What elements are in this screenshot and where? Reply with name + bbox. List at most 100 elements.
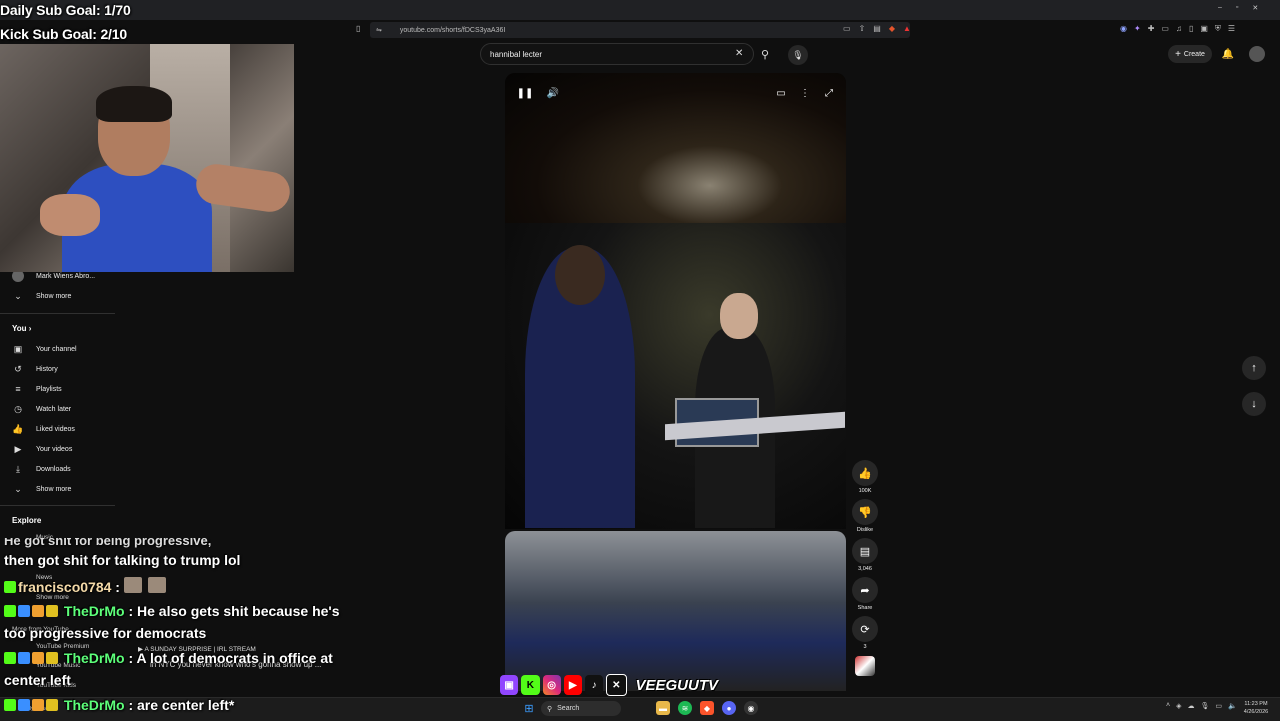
rewards-icon[interactable]: ▲ [903,24,911,36]
extension-icon[interactable]: ▤ [873,24,881,36]
cloud-icon[interactable]: ☁ [1187,702,1194,714]
fullscreen-icon[interactable]: ⤢ [821,85,837,101]
window-icon[interactable]: ▭ [1161,24,1169,36]
vpn-icon[interactable]: ⛨ [1215,24,1221,36]
webcam-person-hand [40,194,100,236]
sidebar-item-downloads[interactable]: ⤓ Downloads [12,460,122,478]
taskbar-clock[interactable]: 11:23 PM 4/26/2026 [1236,700,1276,716]
chat-text: : A lot of democrats in office at [128,650,333,666]
show-more-subscriptions[interactable]: ⌄ Show more [12,287,122,305]
plus-icon: + [1175,48,1181,60]
brave-shield-icon[interactable]: ◆ [889,24,895,36]
subscription-label: Mark Wiens Abro... [36,272,96,280]
x-icon: ✕ [606,674,627,696]
sidebar-item-liked-videos[interactable]: 👍 Liked videos [12,420,122,438]
bookmark-icon[interactable]: ▯ [356,24,366,34]
brave-icon[interactable]: ◆ [700,701,714,715]
like-button[interactable]: 👍 [852,460,878,486]
sidebar-item-playlists[interactable]: ≡ Playlists [12,380,122,398]
dislike-button[interactable]: 👎 [852,499,878,525]
chevron-up-icon[interactable]: ˄ [1166,702,1170,714]
address-actions: ▭ ⇧ ▤ ◆ ▲ [843,24,911,36]
sound-thumbnail[interactable] [855,656,875,676]
music-icon[interactable]: ♫ [1176,24,1182,36]
mic-icon[interactable]: 🎙 [1200,702,1209,714]
share-icon: ➦ [860,584,870,597]
menu-icon[interactable]: ☰ [1228,24,1235,36]
discord-icon[interactable]: ● [722,701,736,715]
you-section-heading[interactable]: You › [12,324,31,333]
trophy-badge-icon [46,699,58,711]
share-button[interactable]: ➦ [852,577,878,603]
chat-username: TheDrMo [63,697,125,713]
video-person-rapper-head [555,245,605,305]
search-button[interactable]: ⚲ [754,43,776,65]
youtube-icon: ▶ [563,675,582,695]
display-icon[interactable]: ▭ [1215,702,1222,714]
taskbar-search[interactable]: ⚲ Search [541,701,621,716]
wallet-icon[interactable]: ▣ [1200,24,1208,36]
sidebar-item-watch-later[interactable]: ◷ Watch later [12,400,122,418]
chat-line: TheDrMo : are center left* [4,697,234,713]
taskbar-search-label: Search [557,705,580,712]
show-more-you[interactable]: ⌄ Show more [12,480,122,498]
voice-search-button[interactable]: 🎙 [788,45,808,65]
sidebar-item-premium[interactable]: YouTube Premium [36,643,89,650]
site-info-icon[interactable]: ⇋ [376,26,382,34]
minimize-icon[interactable]: – [1218,4,1222,14]
close-icon[interactable]: ✕ [1252,4,1258,14]
history-icon: ↺ [14,363,22,374]
captions-icon[interactable]: ▭ [773,85,789,101]
video-person-dj-head [720,293,758,339]
next-short-button[interactable]: ↓ [1242,392,1266,416]
remix-button[interactable]: ⟳ [852,616,878,642]
pause-icon[interactable]: ❚❚ [517,85,534,101]
show-more-explore[interactable]: Show more [36,594,69,601]
create-label: Create [1183,50,1205,58]
install-icon[interactable]: ▭ [843,24,851,36]
person-icon: ▣ [13,343,23,354]
comments-button[interactable]: ▤ [852,538,878,564]
search-query: hannibal lecter [490,49,543,59]
chat-line: TheDrMo : A lot of democrats in office a… [4,650,333,666]
more-options-icon[interactable]: ⋮ [797,85,813,101]
sidebar-item-history[interactable]: ↺ History [12,360,122,378]
trophy-badge-icon [46,652,58,664]
gift-badge-icon [32,699,44,711]
search-input[interactable]: hannibal lecter [480,43,754,65]
remix-icon: ⟳ [860,623,870,636]
network-icon[interactable]: ◈ [1176,702,1181,714]
trophy-badge-icon [46,605,58,617]
share-icon[interactable]: ⇧ [859,24,866,36]
maximize-icon[interactable]: ▫ [1236,4,1238,14]
next-short-preview[interactable] [505,531,846,691]
you-heading-label: You [12,324,27,333]
spotify-icon[interactable]: ≋ [678,701,692,715]
avatar[interactable] [1249,46,1265,62]
notifications-icon[interactable]: 🔔 [1220,46,1236,62]
chevron-down-icon: ⌄ [14,290,22,301]
translate-icon[interactable]: ◉ [1120,24,1127,36]
obs-icon[interactable]: ◉ [744,701,758,715]
puzzle-icon[interactable]: ✚ [1148,24,1155,36]
chat-line: TheDrMo : He also gets shit because he's [4,603,340,619]
brand-logo: VEEGUUTV [635,676,719,694]
chevron-down-icon: ⌄ [14,483,22,494]
ai-icon[interactable]: ✦ [1134,24,1141,36]
kick-badge-icon [4,699,16,711]
previous-short-button[interactable]: ↑ [1242,356,1266,380]
sidebar-item-label: Playlists [36,385,62,393]
sidebar-icon[interactable]: ▯ [1189,24,1193,36]
address-bar[interactable]: ⇋ youtube.com/shorts/fDCS3yaA36I [370,22,910,38]
shorts-video-player[interactable]: ❚❚ 🔊 ▭ ⋮ ⤢ [505,73,846,529]
clear-search-icon[interactable]: ✕ [735,48,747,60]
sidebar-divider [0,313,115,314]
search-icon: ⚲ [760,48,770,61]
create-button[interactable]: + Create [1168,45,1212,63]
sidebar-item-your-videos[interactable]: ▶ Your videos [12,440,122,458]
file-explorer-icon[interactable]: ▬ [656,701,670,715]
windows-start-icon[interactable]: ⊞ [522,701,536,715]
volume-icon[interactable]: 🔊 [545,85,561,101]
sidebar-item-label: History [36,365,58,373]
sidebar-item-your-channel[interactable]: ▣ Your channel [12,340,122,358]
